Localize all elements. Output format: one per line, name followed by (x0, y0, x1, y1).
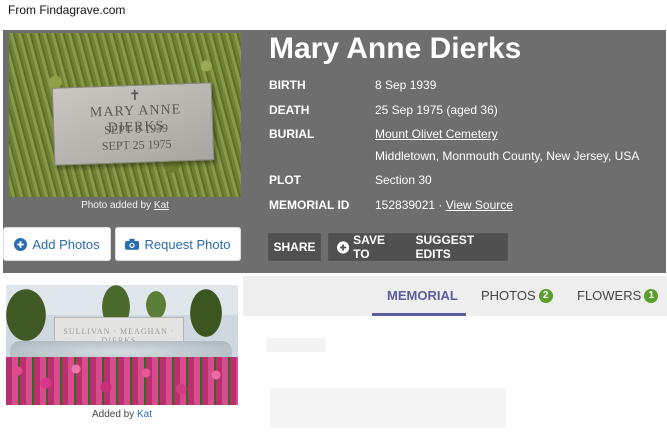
plot-value: Section 30 (375, 173, 432, 187)
cemetery-link[interactable]: Mount Olivet Cemetery (375, 127, 498, 141)
source-label: From Findagrave.com (8, 3, 126, 17)
tab-photos-label: PHOTOS (481, 288, 536, 303)
caption-prefix: Photo added by (81, 200, 152, 211)
id-separator: · (438, 198, 443, 212)
photo-caption: Photo added by Kat (9, 200, 241, 211)
memorial-id-label: MEMORIAL ID (269, 198, 350, 212)
gravestone-photo[interactable]: ✝ MARY ANNE DIERKS SEPT 8 1939 SEPT 25 1… (9, 33, 241, 197)
tab-flowers[interactable]: FLOWERS 1 (577, 288, 659, 303)
death-value: 25 Sep 1975 (aged 36) (375, 103, 498, 117)
pink-flower-bed (6, 357, 238, 405)
suggest-edits-button[interactable]: SUGGEST EDITS (401, 233, 507, 261)
tab-memorial[interactable]: MEMORIAL (387, 288, 458, 303)
camera-icon (125, 238, 140, 250)
add-photos-button[interactable]: Add Photos (3, 227, 111, 261)
birth-value: 8 Sep 1939 (375, 78, 437, 92)
photos-count-badge: 2 (538, 288, 553, 303)
save-suggest-group: SAVE TO SUGGEST EDITS (328, 233, 508, 261)
flat-gravestone: ✝ MARY ANNE DIERKS SEPT 8 1939 SEPT 25 1… (51, 82, 215, 166)
cross-icon: ✝ (128, 87, 142, 105)
second-photo-caption: Added by Kat (6, 409, 238, 420)
second-photo-author-link[interactable]: Kat (137, 409, 152, 420)
suggest-edits-label: SUGGEST EDITS (415, 233, 475, 261)
memorial-name: Mary Anne Dierks (269, 32, 522, 65)
share-button[interactable]: SHARE (268, 233, 321, 261)
burial-label: BURIAL (269, 127, 315, 141)
active-tab-underline (372, 313, 466, 316)
tab-memorial-label: MEMORIAL (387, 288, 458, 303)
request-photo-button[interactable]: Request Photo (115, 227, 241, 261)
save-to-label: SAVE TO (353, 233, 385, 261)
memorial-id-value-group: 152839021 · View Source (375, 198, 513, 212)
memorial-tabs: MEMORIAL PHOTOS 2 FLOWERS 1 (243, 276, 667, 316)
placeholder-block (266, 338, 326, 352)
plus-circle-icon (337, 240, 350, 254)
birth-label: BIRTH (269, 78, 306, 92)
add-photos-label: Add Photos (32, 236, 100, 252)
tab-flowers-label: FLOWERS (577, 288, 642, 303)
view-source-link[interactable]: View Source (446, 198, 513, 212)
death-label: DEATH (269, 103, 310, 117)
save-to-button[interactable]: SAVE TO (329, 233, 401, 261)
burial-location: Middletown, Monmouth County, New Jersey,… (375, 149, 640, 163)
photo-author-link[interactable]: Kat (154, 200, 169, 211)
family-headstone-photo[interactable]: SULLIVAN · MEAGHAN · DIERKS (6, 285, 238, 405)
share-label: SHARE (273, 240, 316, 254)
flowers-count-badge: 1 (644, 288, 659, 303)
plus-circle-icon (14, 237, 28, 251)
memorial-id-value: 152839021 (375, 198, 436, 212)
placeholder-card (270, 388, 506, 428)
tab-photos[interactable]: PHOTOS 2 (481, 288, 553, 303)
plot-label: PLOT (269, 173, 301, 187)
second-caption-prefix: Added by (91, 409, 135, 420)
request-photo-label: Request Photo (144, 236, 231, 252)
